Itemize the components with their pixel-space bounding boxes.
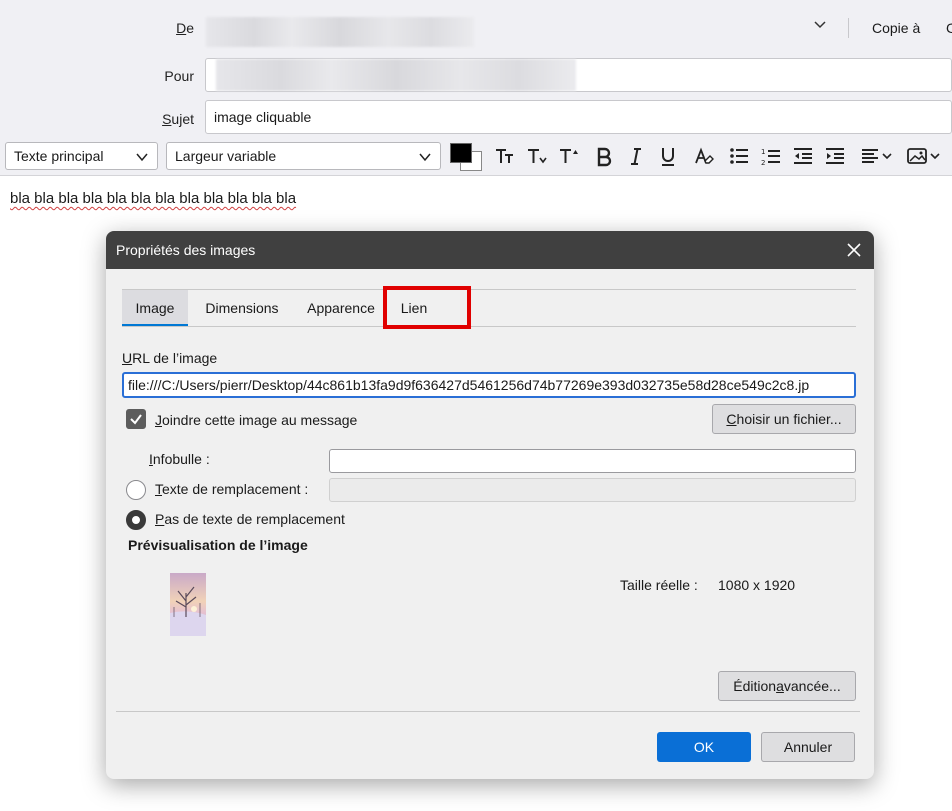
dialog-tabs: Image Dimensions Apparence Lien <box>122 289 856 327</box>
font-select[interactable]: Largeur variable <box>166 142 441 170</box>
insert-image-menu-button[interactable] <box>904 145 944 167</box>
dialog-title: Propriétés des images <box>116 242 256 258</box>
dialog-separator <box>116 711 860 712</box>
paragraph-format-select[interactable]: Texte principal <box>5 142 158 170</box>
preview-title: Prévisualisation de l’image <box>128 537 308 553</box>
checkmark-icon <box>130 414 142 425</box>
actual-size-value: 1080 x 1920 <box>718 577 796 593</box>
font-larger-button[interactable] <box>525 145 549 167</box>
winter-tree-image <box>170 573 206 636</box>
no-alt-text-label: Pas de texte de remplacement <box>155 511 345 527</box>
image-properties-dialog: Propriétés des images Image Dimensions A… <box>106 231 874 779</box>
choose-file-button[interactable]: Choisir un fichier... <box>712 404 856 434</box>
chevron-down-icon <box>419 153 431 162</box>
alt-text-radio[interactable] <box>126 480 146 500</box>
align-menu-icon <box>862 149 892 163</box>
outdent-button[interactable] <box>791 145 815 167</box>
ok-button[interactable]: OK <box>657 732 751 762</box>
actual-size-label: Taille réelle : <box>620 577 698 593</box>
tooltip-label: Infobulle : <box>149 451 210 467</box>
svg-text:2: 2 <box>761 159 765 167</box>
attach-image-label: Joindre cette image au message <box>155 412 358 428</box>
bulleted-list-icon <box>730 148 748 164</box>
tooltip-input[interactable] <box>329 449 856 473</box>
bcc-button-partial[interactable]: C <box>946 20 952 36</box>
subject-field[interactable]: image cliquable <box>205 100 952 134</box>
advanced-edit-button[interactable]: Édition a vancée... <box>718 671 856 701</box>
to-field[interactable] <box>205 58 952 92</box>
chevron-down-icon <box>136 153 148 162</box>
font-smaller-button[interactable] <box>493 145 517 167</box>
alt-text-input <box>329 478 856 502</box>
image-url-input[interactable]: file:///C:/Users/pierr/Desktop/44c861b13… <box>122 372 856 398</box>
image-preview-thumbnail <box>170 573 206 636</box>
subject-label: Sujet <box>162 111 194 127</box>
tab-dimensions[interactable]: Dimensions <box>194 290 290 327</box>
svg-text:1: 1 <box>761 148 765 156</box>
to-address-redacted <box>216 59 576 91</box>
bulleted-list-button[interactable] <box>727 145 751 167</box>
bold-button[interactable] <box>592 145 616 167</box>
link-tab-highlight <box>383 286 471 329</box>
message-body-text[interactable]: bla bla bla bla bla bla bla bla bla bla … <box>10 190 296 207</box>
alt-text-label: Texte de remplacement : <box>155 481 309 497</box>
indent-icon <box>826 148 844 164</box>
no-alt-text-radio[interactable] <box>126 510 146 530</box>
clear-formatting-button[interactable] <box>691 145 715 167</box>
subject-value: image cliquable <box>214 109 312 125</box>
url-label: URL de l’image <box>122 350 218 366</box>
from-address-redacted[interactable] <box>206 17 474 47</box>
italic-icon <box>631 148 641 165</box>
font-smaller-icon <box>496 149 513 163</box>
formatting-toolbar: Texte principal Largeur variable 12 <box>0 140 952 176</box>
to-label: Pour <box>164 68 194 84</box>
chevron-down-icon[interactable] <box>812 16 828 32</box>
font-value: Largeur variable <box>175 148 277 164</box>
cc-button[interactable]: Copie à <box>872 20 920 36</box>
close-icon[interactable] <box>844 240 864 260</box>
underline-button[interactable] <box>656 145 680 167</box>
bold-icon <box>597 147 612 167</box>
tab-appearance[interactable]: Apparence <box>296 290 386 327</box>
superscript-size-icon <box>560 149 578 163</box>
paragraph-format-value: Texte principal <box>14 148 104 164</box>
divider <box>848 18 849 38</box>
insert-image-menu-icon <box>907 148 940 164</box>
underline-icon <box>662 148 674 166</box>
tab-image[interactable]: Image <box>122 290 188 327</box>
indent-button[interactable] <box>823 145 847 167</box>
align-menu-button[interactable] <box>858 145 896 167</box>
dialog-titlebar: Propriétés des images <box>106 231 874 269</box>
text-color-swatch[interactable] <box>450 143 472 163</box>
cancel-button[interactable]: Annuler <box>761 732 855 762</box>
clear-formatting-icon <box>695 147 714 164</box>
from-label: De <box>176 20 194 36</box>
italic-button[interactable] <box>624 145 648 167</box>
numbered-list-button[interactable]: 12 <box>759 145 783 167</box>
tabs-divider <box>122 326 856 327</box>
outdent-icon <box>794 148 812 164</box>
numbered-list-icon: 12 <box>761 148 780 167</box>
font-size-up-button[interactable] <box>557 145 581 167</box>
attach-image-checkbox[interactable] <box>126 409 146 429</box>
font-larger-icon <box>528 149 547 164</box>
